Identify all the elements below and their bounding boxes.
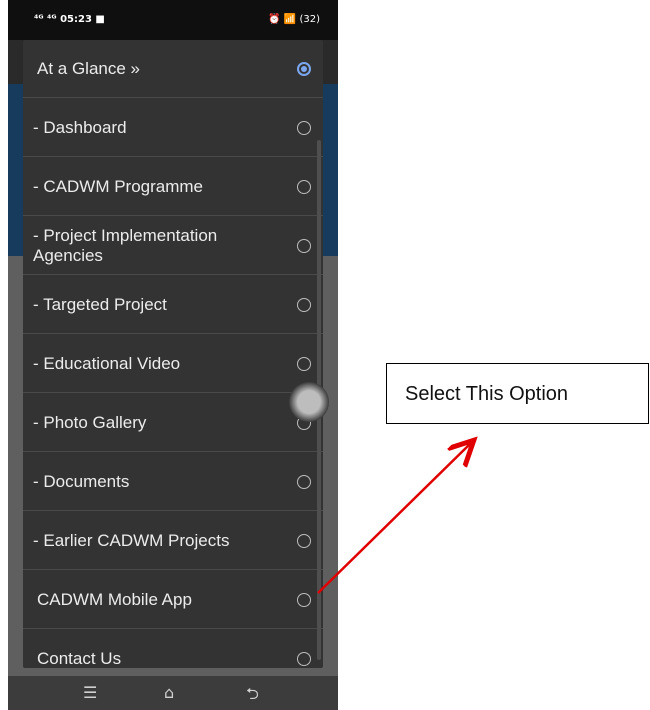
- annotation-arrow-line: [317, 442, 472, 594]
- annotation-arrow: [317, 0, 650, 594]
